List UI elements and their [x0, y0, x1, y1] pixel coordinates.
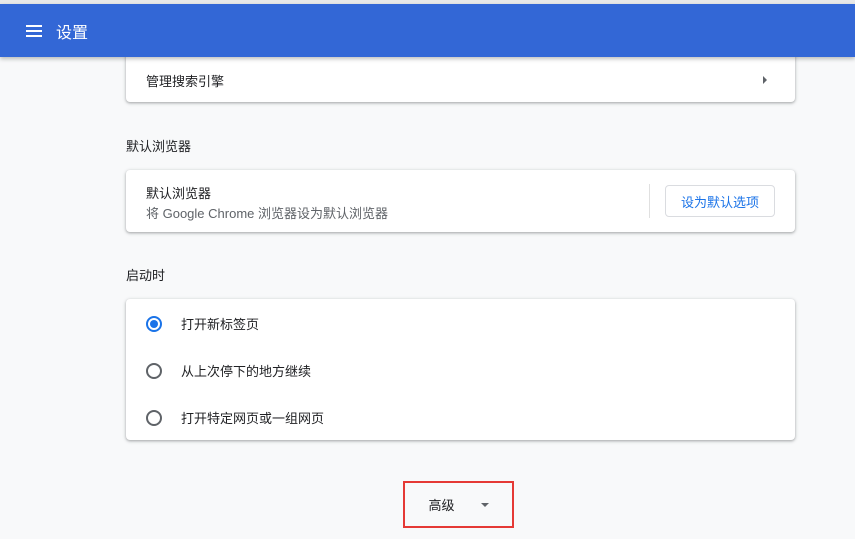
radio-continue-where-left-off[interactable]: 从上次停下的地方继续 [146, 361, 311, 380]
radio-unchecked-icon [146, 362, 162, 379]
section-title-default-browser: 默认浏览器 [126, 139, 192, 154]
default-browser-description: 将 Google Chrome 浏览器设为默认浏览器 [146, 206, 388, 221]
default-browser-title: 默认浏览器 [146, 186, 212, 201]
app-header: 设置 [0, 4, 855, 57]
manage-search-engines-label: 管理搜索引擎 [146, 74, 225, 89]
advanced-button[interactable]: 高级 [403, 481, 514, 528]
divider [649, 184, 650, 218]
radio-open-new-tab[interactable]: 打开新标签页 [146, 314, 259, 333]
advanced-label: 高级 [428, 498, 455, 513]
radio-label: 打开新标签页 [181, 317, 260, 332]
on-startup-card: 打开新标签页 从上次停下的地方继续 打开特定网页或一组网页 [126, 299, 795, 440]
caret-down-icon [480, 502, 489, 507]
page-title: 设置 [56, 24, 89, 42]
chevron-right-icon [763, 76, 767, 84]
manage-search-engines-row[interactable]: 管理搜索引擎 [126, 50, 795, 102]
default-browser-card: 默认浏览器 将 Google Chrome 浏览器设为默认浏览器 设为默认选项 [126, 170, 795, 232]
make-default-button[interactable]: 设为默认选项 [665, 185, 775, 217]
menu-icon[interactable] [26, 24, 42, 37]
radio-label: 打开特定网页或一组网页 [181, 411, 325, 426]
section-title-on-startup: 启动时 [126, 268, 166, 283]
radio-unchecked-icon [146, 409, 162, 426]
radio-label: 从上次停下的地方继续 [181, 364, 312, 379]
radio-checked-icon [146, 315, 162, 332]
radio-open-specific-pages[interactable]: 打开特定网页或一组网页 [146, 408, 324, 427]
